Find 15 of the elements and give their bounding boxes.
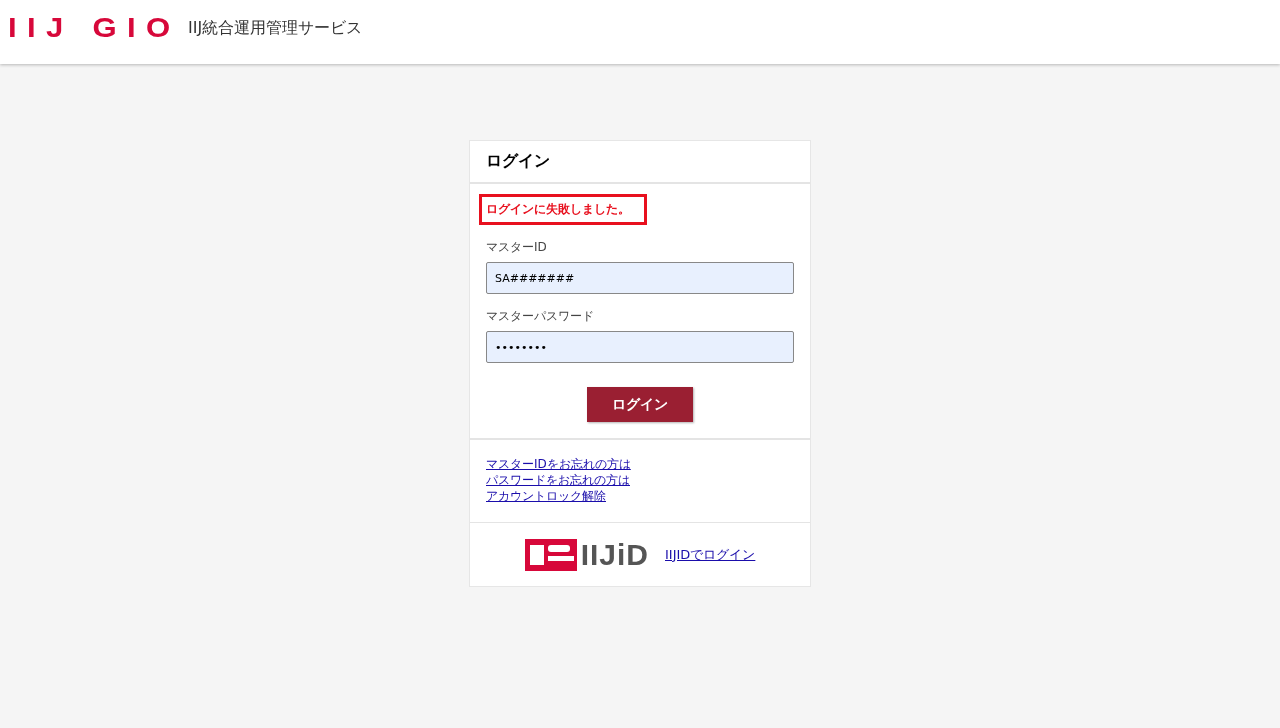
help-link[interactable]: アカウントロック解除 [486,488,606,504]
login-button[interactable]: ログイン [587,387,693,422]
help-link[interactable]: マスターIDをお忘れの方は [486,456,631,472]
brand-logo: IIJ GIO [8,14,181,42]
service-name: IIJ統合運用管理サービス [188,17,363,39]
input-field[interactable]: •••••••• [486,331,794,363]
input-field[interactable]: SA####### [486,262,794,294]
field-label: マスターID [486,239,548,256]
id-card-icon [524,538,577,571]
iijid-login-link[interactable]: IIJIDでログイン [665,545,756,564]
iijid-logo: IIJiD [580,537,649,572]
panel-title: ログイン [470,141,810,184]
help-link[interactable]: パスワードをお忘れの方は [486,472,630,488]
field-label: マスターパスワード [486,308,595,325]
error-message: ログインに失敗しました。 [479,194,647,225]
